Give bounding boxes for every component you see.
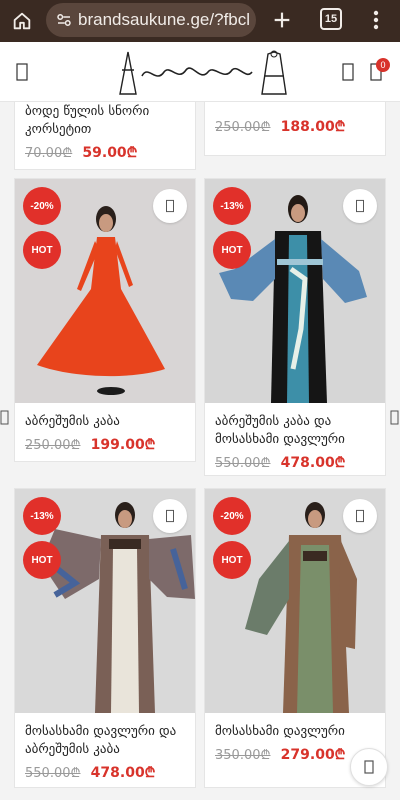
sale-price: 478.00₾: [280, 455, 346, 471]
old-price: 250.00₾: [215, 120, 271, 135]
address-bar[interactable]: brandsaukune.ge/?fbcl: [46, 3, 256, 37]
home-icon[interactable]: [0, 0, 44, 42]
hot-badge: HOT: [23, 541, 61, 579]
next-arrow-icon[interactable]: [390, 410, 400, 426]
product-title[interactable]: აბრეშუმის კაბა: [25, 413, 185, 431]
scroll-to-top-button[interactable]: [350, 748, 388, 786]
cart-count-badge: 0: [376, 58, 390, 72]
tab-count-button[interactable]: 15: [320, 8, 342, 30]
sale-price: 199.00₾: [90, 437, 156, 453]
price-row: 250.00₾ 188.00₾: [215, 117, 375, 136]
price-row: 550.00₾ 478.00₾: [25, 763, 185, 782]
discount-badge: -13%: [23, 497, 61, 535]
product-card[interactable]: 250.00₾ 188.00₾: [204, 102, 386, 156]
discount-badge: -20%: [213, 497, 251, 535]
product-card[interactable]: -13% HOT აბრეშუმის კაბა და მოსასხამი დავ…: [204, 178, 386, 476]
site-logo[interactable]: [112, 46, 288, 96]
product-title[interactable]: აბრეშუმის კაბა და მოსასხამი დავლური: [215, 413, 375, 449]
wishlist-button[interactable]: [153, 499, 187, 533]
old-price: 70.00₾: [25, 146, 73, 161]
heart-icon: [166, 199, 174, 213]
browser-toolbar: brandsaukune.ge/?fbcl 15: [0, 0, 400, 42]
plus-icon[interactable]: [268, 6, 296, 34]
product-card[interactable]: -13% HOT მოსასხამი დავლური და აბრეშუმის …: [14, 488, 196, 788]
heart-icon: [166, 509, 174, 523]
discount-badge: -13%: [213, 187, 251, 225]
tune-icon[interactable]: [54, 10, 74, 30]
product-card[interactable]: ბოდე წულის სნორი კორსეტით 70.00₾ 59.00₾: [14, 102, 196, 170]
hamburger-icon[interactable]: [12, 62, 32, 82]
sale-price: 59.00₾: [82, 145, 138, 161]
site-header: [0, 42, 400, 102]
heart-icon: [356, 199, 364, 213]
prev-arrow-icon[interactable]: [0, 410, 10, 426]
old-price: 550.00₾: [25, 766, 81, 781]
product-title[interactable]: მოსასხამი დავლური: [215, 723, 375, 741]
price-row: 250.00₾ 199.00₾: [25, 435, 185, 454]
old-price: 550.00₾: [215, 456, 271, 471]
hot-badge: HOT: [213, 231, 251, 269]
old-price: 250.00₾: [25, 438, 81, 453]
sale-price: 478.00₾: [90, 765, 156, 781]
product-title[interactable]: ბოდე წულის სნორი კორსეტით: [25, 103, 185, 139]
search-icon[interactable]: [338, 62, 358, 82]
wishlist-button[interactable]: [153, 189, 187, 223]
old-price: 350.00₾: [215, 748, 271, 763]
wishlist-button[interactable]: [343, 499, 377, 533]
wishlist-button[interactable]: [343, 189, 377, 223]
sale-price: 188.00₾: [280, 119, 346, 135]
hot-badge: HOT: [23, 231, 61, 269]
product-card[interactable]: -20% HOT აბრეშუმის კაბა 250.00₾ 199.00₾: [14, 178, 196, 462]
price-row: 70.00₾ 59.00₾: [25, 143, 185, 162]
arrow-up-icon: [364, 760, 374, 774]
heart-icon: [356, 509, 364, 523]
price-row: 550.00₾ 478.00₾: [215, 453, 375, 472]
product-card[interactable]: -20% HOT მოსასხამი დავლური 350.00₾ 279.0…: [204, 488, 386, 788]
more-vert-icon[interactable]: [366, 6, 386, 34]
discount-badge: -20%: [23, 187, 61, 225]
hot-badge: HOT: [213, 541, 251, 579]
url-text: brandsaukune.ge/?fbcl: [78, 10, 251, 29]
sale-price: 279.00₾: [280, 747, 346, 763]
product-title[interactable]: მოსასხამი დავლური და აბრეშუმის კაბა: [25, 723, 185, 759]
product-grid: ბოდე წულის სნორი კორსეტით 70.00₾ 59.00₾ …: [0, 102, 400, 800]
